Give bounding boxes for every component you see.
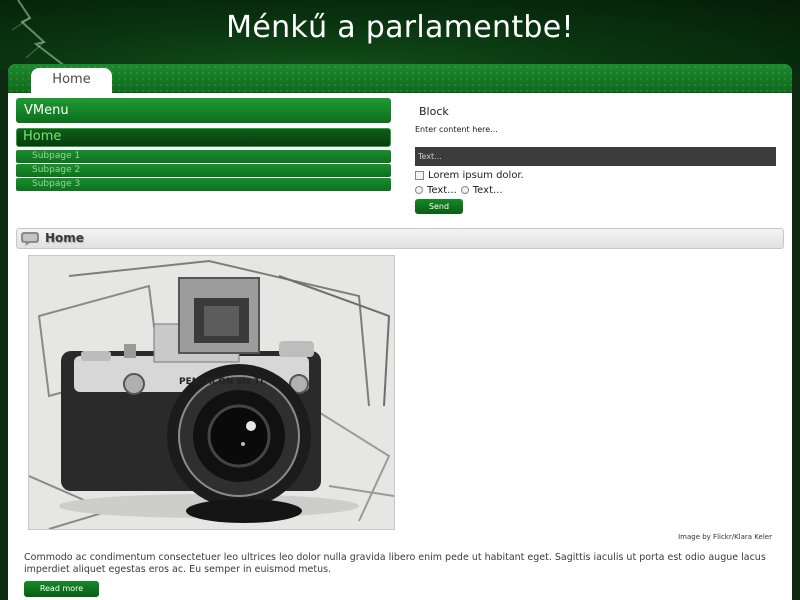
checkbox-label: Lorem ipsum dolor. — [428, 169, 524, 181]
post-header: Home — [16, 228, 784, 249]
vmenu-item-subpage-1[interactable]: Subpage 1 — [16, 150, 391, 163]
send-button[interactable]: Send — [415, 199, 463, 214]
vmenu-item-subpage-3[interactable]: Subpage 3 — [16, 178, 391, 191]
read-more-button[interactable]: Read more — [24, 581, 99, 597]
radio-label-2: Text... — [472, 184, 503, 196]
checkbox[interactable] — [415, 170, 424, 180]
radio-group: Text... Text... — [415, 183, 503, 197]
vmenu-item-home[interactable]: Home — [16, 128, 391, 147]
block-content-text: Enter content here... — [415, 125, 498, 134]
block-title: Block — [419, 105, 449, 118]
radio-label-1: Text... — [427, 184, 457, 196]
camera-brand-text: PENTACON six TL — [179, 377, 266, 387]
checkbox-row: Lorem ipsum dolor. — [415, 168, 524, 182]
radio-button-2[interactable] — [460, 186, 469, 194]
speech-bubble-icon — [21, 232, 39, 246]
site-header: Ménkű a parlamentbe! — [0, 0, 800, 70]
top-navigation — [8, 64, 792, 93]
image-caption: Image by Flickr/Klara Keler — [678, 533, 772, 541]
camera-photo: PENTACON six TL — [28, 255, 395, 530]
radio-button-1[interactable] — [415, 186, 423, 194]
page-sheet: Home VMenu Home Subpage 1 Subpage 2 Subp… — [8, 64, 792, 600]
post-title[interactable]: Home — [45, 231, 84, 245]
vmenu-item-subpage-2[interactable]: Subpage 2 — [16, 164, 391, 177]
nav-tab-home[interactable]: Home — [31, 68, 112, 94]
site-title: Ménkű a parlamentbe! — [226, 10, 574, 45]
text-input[interactable] — [415, 147, 776, 166]
post-body-text: Commodo ac condimentum consectetuer leo … — [24, 552, 766, 575]
vmenu-title: VMenu — [16, 98, 391, 123]
